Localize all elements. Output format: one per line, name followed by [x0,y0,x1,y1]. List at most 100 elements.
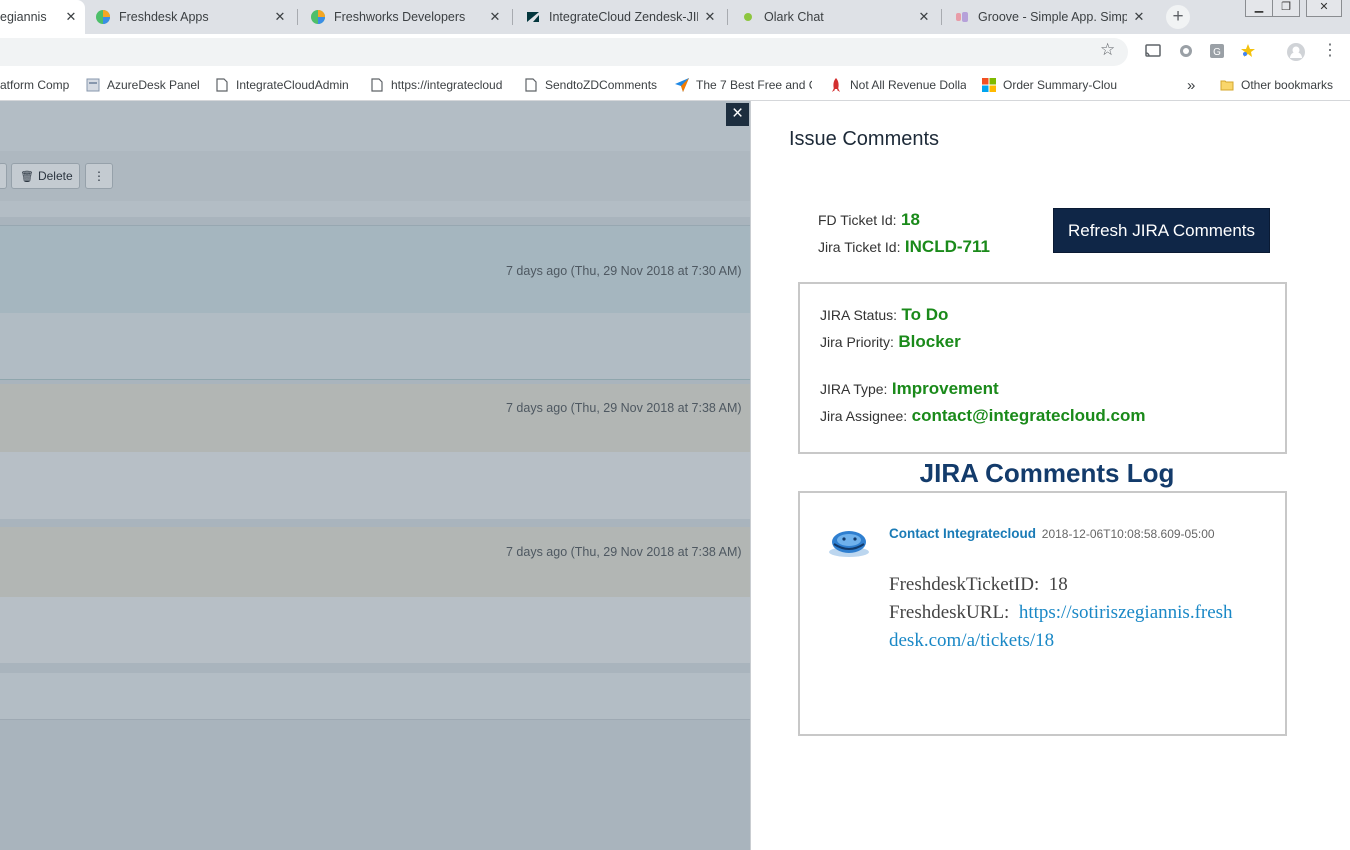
tab-groove[interactable]: Groove - Simple App. Simple ✕ [942,0,1157,34]
extension-circle-icon[interactable] [1178,43,1194,64]
bookmark-integratecloudadmin[interactable]: IntegrateCloudAdmin [214,70,356,100]
profile-avatar-icon[interactable] [1286,42,1306,67]
bookmark-label: SendtoZDComments [545,78,658,92]
jira-ticket-value: INCLD-711 [904,237,990,256]
close-icon[interactable]: ✕ [272,9,288,25]
freshworks-icon [310,9,326,25]
maximize-button[interactable]: ❐ [1272,0,1300,17]
close-icon[interactable]: ✕ [702,9,718,25]
comment-ticket-label: FreshdeskTicketID: [889,574,1040,595]
tab-olark-chat[interactable]: Olark Chat ✕ [728,0,942,34]
jira-ticket-label: Jira Ticket Id: [818,239,901,255]
trash-icon: 🗑 [20,170,34,183]
new-tab-button[interactable]: + [1166,5,1190,29]
tab-title: Freshworks Developers [334,10,466,24]
bookmarks-overflow-button[interactable]: » [1187,70,1201,100]
page-icon [523,77,539,93]
tab-strip: egiannis ✕ Freshdesk Apps ✕ Freshworks D… [0,0,1350,34]
page-icon [369,77,385,93]
comment-url-label: FreshdeskURL: [889,602,1010,623]
bookmark-label: AzureDesk Panel [107,78,200,92]
comments-log-title: JIRA Comments Log [919,458,1175,488]
bookmark-label: IntegrateCloudAdmin [236,78,349,92]
microsoft-icon [981,77,997,93]
cast-icon[interactable] [1144,43,1162,64]
overflow-chevron-icon: » [1187,76,1196,94]
jira-type-label: JIRA Type: [820,381,888,397]
azuredesk-icon [85,77,101,93]
tab-freshdesk-apps[interactable]: Freshdesk Apps ✕ [85,0,298,34]
fd-ticket-label: FD Ticket Id: [818,212,897,228]
tab-title: IntegrateCloud Zendesk-JIRA [549,10,698,24]
jira-priority-value: Blocker [898,332,961,351]
close-icon[interactable]: ✕ [1131,9,1147,25]
jira-type-row: JIRA Type: Improvement [820,379,999,399]
bookmark-integratecloud-url[interactable]: https://integratecloud [369,70,507,100]
comment-ticket-line: FreshdeskTicketID: 18 [889,574,1068,596]
bookmark-azuredesk[interactable]: AzureDesk Panel [85,70,203,100]
tab-sotiriszegiannis[interactable]: egiannis ✕ [0,0,85,34]
freshdesk-icon [95,9,111,25]
jira-status-value: To Do [901,305,949,324]
comment-author-link[interactable]: Contact Integratecloud [889,526,1036,541]
bookmark-star-icon[interactable]: ☆ [1100,40,1115,60]
groove-icon [954,9,970,25]
browser-menu-icon[interactable]: ⋮ [1322,43,1338,59]
bookmark-order-summary[interactable]: Order Summary-Clou [981,70,1119,100]
tab-freshworks-developers[interactable]: Freshworks Developers ✕ [298,0,513,34]
extension-g-icon[interactable]: G [1209,43,1225,64]
bookmark-label: Not All Revenue Dolla [850,78,966,92]
window-close-button[interactable]: ✕ [1306,0,1342,17]
minimize-button[interactable]: ▁ [1245,0,1273,17]
jira-priority-label: Jira Priority: [820,334,894,350]
background-page-overlay [0,101,750,850]
bookmark-label: https://integratecloud [391,78,503,92]
fd-ticket-row: FD Ticket Id: 18 [818,210,920,230]
extension-star-icon[interactable] [1240,43,1256,64]
arrow-logo-icon [674,77,690,93]
olark-icon [740,9,756,25]
bookmark-platform[interactable]: atform Comp [0,70,74,100]
jira-ticket-row: Jira Ticket Id: INCLD-711 [818,237,990,257]
panel-title: Issue Comments [789,128,940,150]
bookmark-label: Order Summary-Clou [1003,78,1118,92]
close-panel-button[interactable]: × [726,103,749,126]
tab-integratecloud-zendesk[interactable]: IntegrateCloud Zendesk-JIRA ✕ [513,0,728,34]
bg-left-button [0,163,7,189]
tab-title: Olark Chat [764,10,824,24]
jira-type-value: Improvement [891,379,999,398]
bookmarks-bar: atform Comp AzureDesk Panel IntegrateClo… [0,70,1350,101]
bookmark-7-best-free[interactable]: The 7 Best Free and C [674,70,812,100]
svg-text:G: G [1213,47,1221,58]
comment-ticket-value: 18 [1048,574,1068,595]
comment-header: Contact Integratecloud 2018-12-06T10:08:… [889,526,1215,541]
bookmark-label: The 7 Best Free and C [696,78,812,92]
bookmark-label: Other bookmarks [1241,78,1334,92]
more-options-button: ⋮ [85,163,113,189]
jira-priority-row: Jira Priority: Blocker [820,332,961,352]
freshdesk-ticket-link-continued[interactable]: desk.com/a/tickets/18 [889,630,1054,652]
close-icon: × [731,103,744,124]
delete-label: Delete [37,169,73,183]
bookmark-sendtozdcomments[interactable]: SendtoZDComments [523,70,663,100]
tab-title: Groove - Simple App. Simple [978,10,1127,24]
refresh-jira-comments-button[interactable]: Refresh JIRA Comments [1053,208,1270,253]
bookmark-other[interactable]: Other bookmarks [1219,70,1344,100]
delete-button: 🗑 Delete [11,163,80,189]
close-icon[interactable]: ✕ [916,9,932,25]
jira-assignee-row: Jira Assignee: contact@integratecloud.co… [820,406,1145,426]
comment-url-line: FreshdeskURL: https://sotiriszegiannis.f… [889,602,1233,624]
rocket-icon [828,77,844,93]
tab-title: Freshdesk Apps [119,10,209,24]
bookmark-not-all-revenue[interactable]: Not All Revenue Dolla [828,70,966,100]
close-icon[interactable]: ✕ [63,9,79,25]
commenter-avatar-icon [828,528,870,558]
jira-assignee-value: contact@integratecloud.com [911,406,1146,425]
close-icon[interactable]: ✕ [487,9,503,25]
jira-status-row: JIRA Status: To Do [820,305,948,325]
freshdesk-ticket-link[interactable]: https://sotiriszegiannis.fresh [1019,602,1233,623]
address-bar[interactable] [0,38,1128,66]
zendesk-icon [525,9,541,25]
comment-timestamp: 2018-12-06T10:08:58.609-05:00 [1041,527,1215,541]
jira-assignee-label: Jira Assignee: [820,408,908,424]
